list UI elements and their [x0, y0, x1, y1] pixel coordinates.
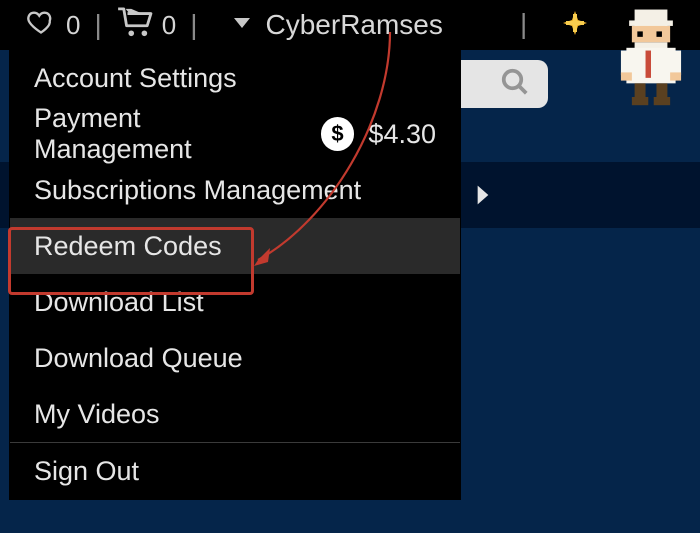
username-label[interactable]: CyberRamses [266, 9, 443, 41]
top-bar: 0 | 0 | CyberRamses [0, 0, 700, 50]
account-balance: $4.30 [368, 119, 436, 150]
menu-item-redeem-codes[interactable]: Redeem Codes [10, 218, 460, 274]
menu-item-label: Subscriptions Management [34, 175, 361, 206]
wishlist-count: 0 [66, 10, 80, 41]
dollar-icon: $ [321, 117, 355, 151]
separator: | [190, 9, 197, 41]
menu-item-label: Sign Out [34, 456, 139, 487]
search-icon [500, 67, 530, 102]
wishlist-icon[interactable] [26, 8, 56, 43]
menu-item-label: Download Queue [34, 343, 243, 374]
separator: | [520, 8, 527, 40]
menu-item-download-list[interactable]: Download List [10, 274, 460, 330]
menu-item-payment-management[interactable]: Payment Management $ $4.30 [10, 106, 460, 162]
menu-item-label: Account Settings [34, 63, 237, 94]
menu-item-label: Download List [34, 287, 204, 318]
menu-item-label: Redeem Codes [34, 231, 222, 262]
search-input[interactable] [452, 60, 548, 108]
cart-count: 0 [162, 10, 176, 41]
menu-item-sign-out[interactable]: Sign Out [10, 443, 460, 499]
menu-item-account-settings[interactable]: Account Settings [10, 50, 460, 106]
plus-icon[interactable] [560, 8, 590, 43]
menu-item-my-videos[interactable]: My Videos [10, 386, 460, 442]
dropdown-caret-icon[interactable] [234, 18, 250, 28]
menu-item-label: Payment Management [34, 103, 305, 165]
separator: | [94, 9, 101, 41]
menu-item-download-queue[interactable]: Download Queue [10, 330, 460, 386]
menu-item-subscriptions[interactable]: Subscriptions Management [10, 162, 460, 218]
avatar[interactable] [610, 6, 692, 111]
chevron-right-icon[interactable] [474, 183, 492, 212]
menu-item-label: My Videos [34, 399, 160, 430]
user-dropdown-menu: Account Settings Payment Management $ $4… [10, 50, 460, 499]
cart-icon[interactable] [116, 7, 154, 44]
